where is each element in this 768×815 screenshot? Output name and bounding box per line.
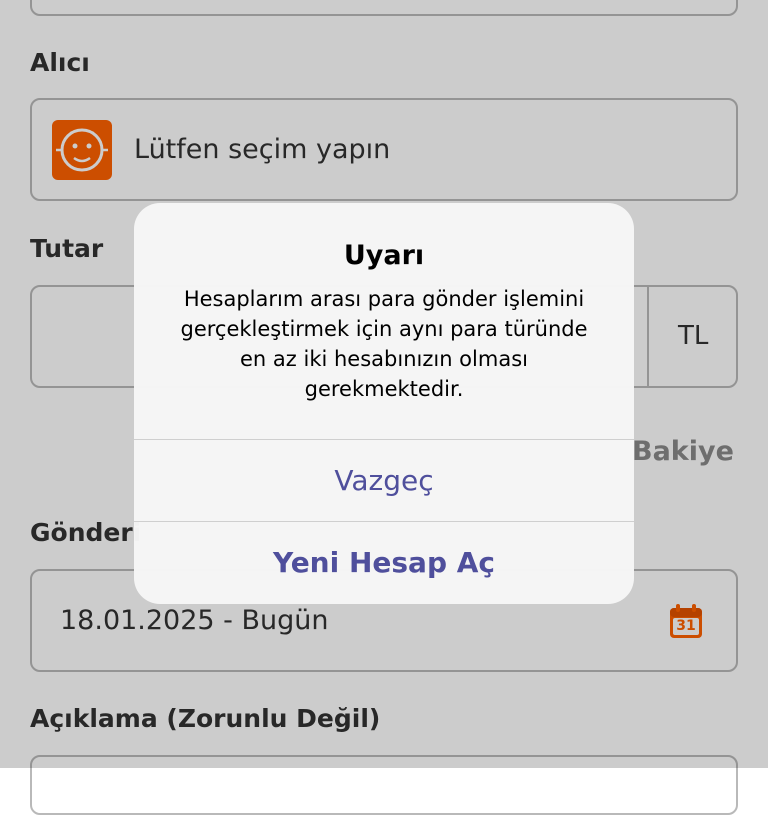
open-new-account-button[interactable]: Yeni Hesap Aç <box>134 522 634 604</box>
cancel-button[interactable]: Vazgeç <box>134 440 634 522</box>
alert-message-line: gerekmektedir. <box>304 377 464 401</box>
alert-message: Hesaplarım arası para gönder işlemini ge… <box>160 284 608 404</box>
alert-message-line: gerçekleştirmek için aynı para türünde <box>180 317 588 341</box>
alert-message-line: Hesaplarım arası para gönder işlemini <box>183 287 585 311</box>
alert-message-line: en az iki hesabınızın olması <box>240 347 528 371</box>
alert-title: Uyarı <box>343 240 425 271</box>
